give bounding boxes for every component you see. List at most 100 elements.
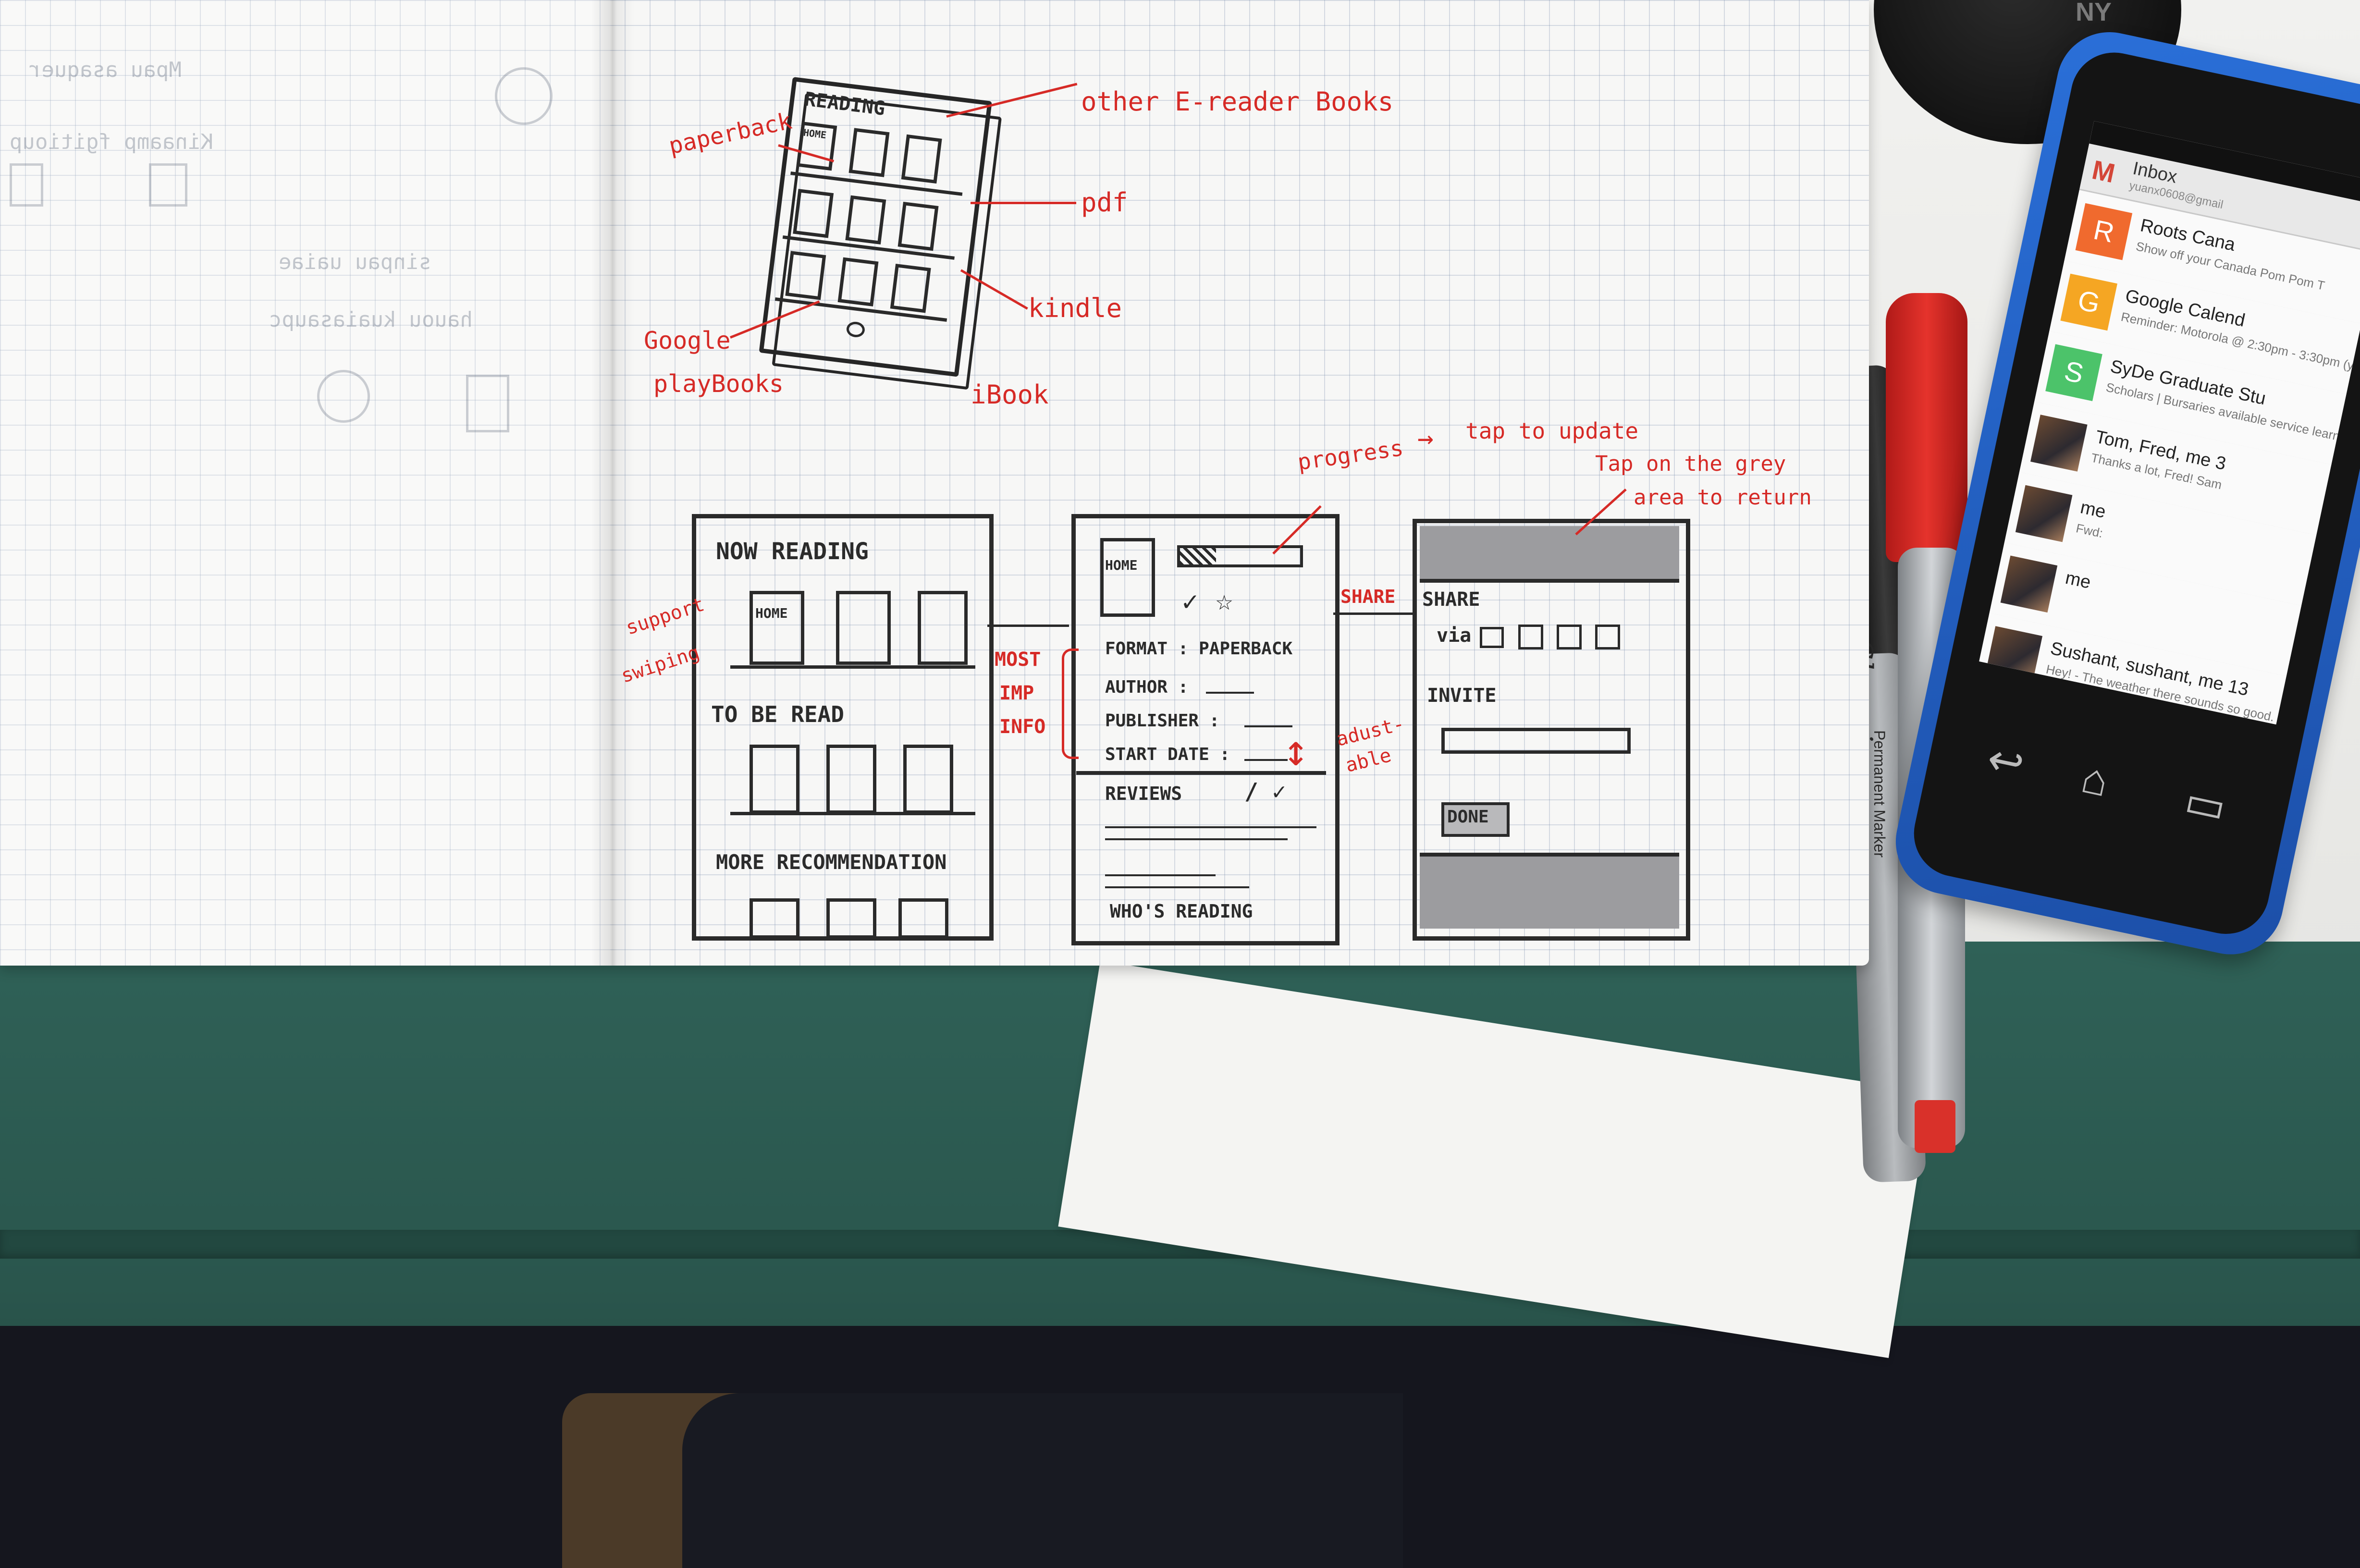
sender-avatar: G [2060,273,2117,331]
marker-type-label: Permanent Marker [1871,730,1888,858]
ereader-book-9 [890,264,931,313]
annotation-tap-gray-1: Tap on the grey [1595,452,1786,476]
annotation-most: MOST [995,649,1041,671]
invite-label: INVITE [1427,685,1497,707]
reviews-check-icon: / ✓ [1244,778,1286,805]
sender-photo [1985,626,2043,683]
recommendation-book-2 [826,898,876,939]
ereader-sketch: READING HOME [756,77,1041,403]
annotation-share-arrow: SHARE [1340,586,1396,607]
share-check-icon: ✓ [1182,586,1198,617]
annotation-google: Google [644,327,731,355]
arrow-to-detail [987,625,1069,627]
jeans [682,1393,1403,1568]
share-top-grey-area[interactable] [1420,526,1679,579]
ereader-book-4 [793,189,834,238]
email-sender: me [2064,567,2093,593]
sender-photo [2015,485,2073,542]
ereader-book-3 [901,134,942,184]
android-nav-bar: ↩ ⌂ ▭ [1921,702,2294,871]
to-be-read-book-1 [750,745,799,814]
share-bottom-divider [1420,853,1679,857]
now-reading-book-2 [836,591,891,665]
share-top-divider [1420,579,1679,583]
share-facebook-icon[interactable] [1557,625,1582,649]
review-line-1 [1105,826,1316,828]
more-recommendation-heading: MORE RECOMMENDATION [716,850,947,874]
detail-book-label: HOME [1105,557,1138,573]
arrow-to-share [1333,612,1415,615]
ereader-book-5 [845,195,886,245]
share-heading: SHARE [1422,588,1480,611]
progress-bar-fill [1180,548,1216,564]
publisher-label: PUBLISHER : [1105,711,1220,731]
ereader-book-8 [837,257,879,306]
email-snippet: Fwd: [2075,521,2104,541]
recommendation-book-1 [750,898,799,939]
now-reading-book-3 [918,591,968,665]
star-icon: ☆ [1216,584,1233,617]
format-label: FORMAT : PAPERBACK [1105,639,1293,659]
now-reading-heading: NOW READING [716,538,869,565]
annotation-pdf: pdf [1081,187,1128,218]
author-value-line [1206,692,1254,694]
leader-line-pdf [971,202,1076,204]
now-reading-book-label: HOME [755,605,788,621]
phone-screen: M Inbox yuanx0608@gmail R Roots Cana Show … [1979,121,2360,725]
lens-cap-text: NY [2076,0,2112,26]
review-line-2 [1105,838,1288,840]
invite-input[interactable] [1441,728,1631,754]
author-label: AUTHOR : [1105,677,1189,697]
progress-arrow: → [1417,423,1434,454]
ereader-book-6 [897,201,939,251]
faint-text-4: hauou kuaiasaupc [269,307,473,332]
to-be-read-book-2 [826,745,876,814]
notebook-gutter [591,0,634,966]
back-icon[interactable]: ↩ [1983,733,2029,790]
email-sender: me [2078,497,2108,523]
share-email-icon[interactable] [1480,627,1504,648]
adjustable-arrow: ↕ [1283,725,1309,776]
whos-reading-label: WHO'S READING [1110,901,1253,922]
red-marker-cap [1886,293,1967,562]
sender-photo [2000,555,2058,613]
sender-avatar: S [2045,344,2102,401]
home-icon[interactable]: ⌂ [2077,753,2113,807]
share-google-icon[interactable] [1595,625,1620,649]
faint-text-3: sinpau uaiae [279,250,431,274]
annotation-playbooks: playBooks [653,370,784,398]
sketch-screen-library [692,514,994,941]
sender-photo [2030,415,2088,472]
faint-circle-sketch-2 [317,370,370,423]
annotation-other-ereader-books: other E-reader Books [1081,86,1394,117]
now-reading-book-1 [750,591,804,665]
annotation-tap-to-update: tap to update [1465,418,1639,444]
faint-text-2: Kinaamp fgitioup [10,130,213,154]
ereader-book-2 [848,128,890,177]
to-be-read-shelf [730,812,975,815]
share-goodreads-icon[interactable] [1518,625,1543,649]
review-line-3 [1105,874,1216,876]
share-bottom-grey-area[interactable] [1420,857,1679,929]
start-date-value-line [1244,759,1288,761]
most-imp-bracket [1062,649,1079,759]
recommendation-book-3 [898,898,948,939]
faint-box-sketch-2 [149,163,187,207]
ereader-book-7 [785,251,826,300]
done-button-label: DONE [1447,807,1489,827]
faint-circle-sketch [495,67,553,125]
faint-box-sketch [466,375,509,432]
red-marker-tip [1915,1100,1955,1153]
review-line-4 [1105,886,1249,888]
gmail-icon[interactable]: M [2090,154,2118,189]
annotation-imp: IMP [999,682,1034,704]
detail-book-cover [1100,538,1155,617]
to-be-read-heading: TO BE READ [711,701,844,727]
share-via-label: via [1437,625,1472,647]
to-be-read-book-3 [903,745,953,814]
sender-avatar: R [2075,203,2133,260]
annotation-info: INFO [999,716,1046,738]
annotation-tap-gray-2: area to return [1634,485,1812,510]
recent-apps-icon[interactable]: ▭ [2180,775,2231,833]
annotation-kindle: kindle [1028,293,1122,323]
